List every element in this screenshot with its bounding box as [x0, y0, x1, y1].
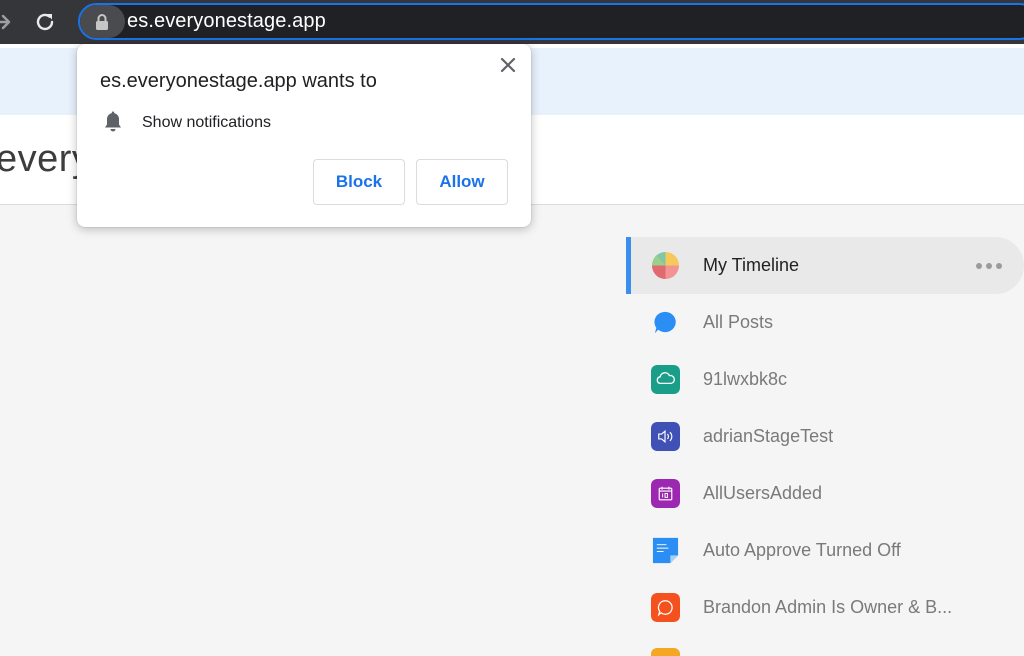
nav-item-all-posts[interactable]: All Posts	[626, 294, 1024, 351]
nav-item-auto-approve-turned-off[interactable]: Auto Approve Turned Off	[626, 522, 1024, 579]
notification-permission-dialog: es.everyonestage.app wants to Show notif…	[77, 44, 531, 227]
sticky-note-icon	[652, 537, 679, 564]
block-button[interactable]: Block	[313, 159, 405, 205]
nav-item-brandon-admin[interactable]: Brandon Admin Is Owner & B...	[626, 579, 1024, 636]
browser-toolbar: es.everyonestage.app	[0, 0, 1024, 44]
site-info-button[interactable]	[80, 5, 125, 38]
nav-item-91lwxbk8c[interactable]: 91lwxbk8c	[626, 351, 1024, 408]
nav-label: My Timeline	[703, 255, 800, 275]
chat-icon	[651, 593, 680, 622]
more-options-icon[interactable]	[976, 263, 1002, 269]
calendar-icon	[651, 479, 680, 508]
list-item	[626, 636, 1024, 656]
forward-arrow-icon[interactable]	[0, 10, 16, 34]
nav-label: adrianStageTest	[703, 426, 834, 446]
sidebar-nav: My Timeline All Posts 91lwxbk8c adrianSt…	[626, 237, 1024, 656]
nav-label: 91lwxbk8c	[703, 369, 788, 389]
speaker-icon	[651, 422, 680, 451]
folder-icon	[651, 648, 680, 656]
nav-item-adrianstagetest[interactable]: adrianStageTest	[626, 408, 1024, 465]
pie-chart-icon	[651, 251, 680, 280]
nav-label: Auto Approve Turned Off	[703, 540, 901, 560]
cloud-icon	[651, 365, 680, 394]
nav-label: AllUsersAdded	[703, 483, 823, 503]
permission-label: Show notifications	[142, 114, 271, 131]
nav-label: All Posts	[703, 312, 774, 332]
chat-bubble-icon	[654, 311, 676, 334]
bell-icon	[105, 111, 121, 132]
nav-label: Brandon Admin Is Owner & B...	[703, 597, 953, 617]
reload-icon[interactable]	[33, 10, 57, 34]
lock-icon	[96, 14, 108, 30]
allow-button[interactable]: Allow	[416, 159, 508, 205]
dialog-title: es.everyonestage.app wants to	[100, 70, 377, 92]
close-icon[interactable]	[498, 55, 518, 75]
url-text[interactable]: es.everyonestage.app	[127, 10, 326, 33]
nav-item-allusersadded[interactable]: AllUsersAdded	[626, 465, 1024, 522]
nav-item-my-timeline[interactable]: My Timeline	[626, 237, 1024, 294]
